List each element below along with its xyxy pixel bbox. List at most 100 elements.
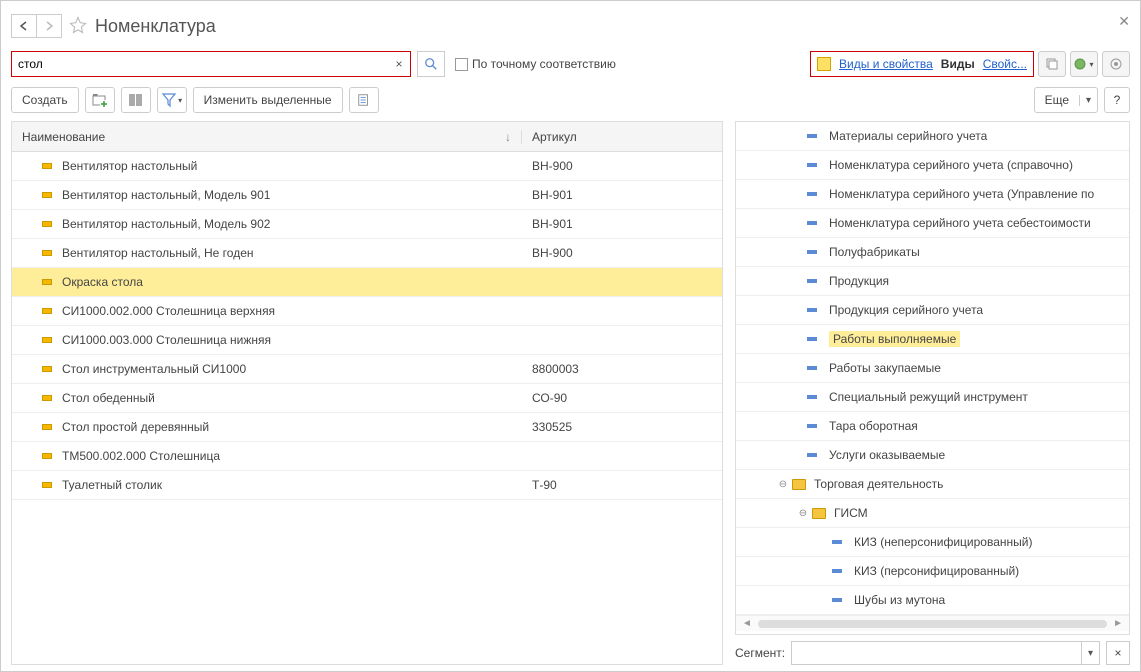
row-name: Стол обеденный — [62, 391, 155, 405]
segment-field[interactable]: ▾ — [791, 641, 1100, 665]
tree-leaf[interactable]: Продукция — [736, 267, 1129, 296]
tree-folder[interactable]: ⊖ Торговая деятельность — [736, 470, 1129, 499]
tree-h-scrollbar[interactable]: ◄► — [736, 615, 1129, 631]
segment-clear-button[interactable]: × — [1106, 641, 1130, 665]
tree-label: Материалы серийного учета — [829, 129, 987, 143]
row-article: ВН-900 — [532, 246, 573, 260]
row-name: Вентилятор настольный, Модель 901 — [62, 188, 270, 202]
copy-button[interactable] — [1038, 51, 1066, 77]
table-row[interactable]: Вентилятор настольный, Модель 901 ВН-901 — [12, 181, 722, 210]
row-name: Вентилятор настольный — [62, 159, 197, 173]
tab-types[interactable]: Виды — [941, 57, 975, 71]
tree-label: Номенклатура серийного учета себестоимос… — [829, 216, 1091, 230]
item-marker-icon — [42, 424, 52, 430]
leaf-marker-icon — [832, 540, 842, 544]
row-article: ВН-901 — [532, 217, 573, 231]
tree-collapse-icon[interactable]: ⊖ — [796, 508, 810, 519]
new-folder-icon — [92, 92, 108, 108]
view-buttons: ▾ — [1038, 51, 1130, 77]
tree-leaf[interactable]: Материалы серийного учета — [736, 122, 1129, 151]
nav-forward-button[interactable] — [36, 14, 62, 38]
search-clear-button[interactable]: × — [388, 57, 410, 71]
list-settings-button[interactable] — [349, 87, 379, 113]
barcode-button[interactable] — [121, 87, 151, 113]
row-article: ВН-901 — [532, 188, 573, 202]
tree-collapse-icon[interactable]: ⊖ — [776, 479, 790, 490]
table-row[interactable]: Окраска стола — [12, 268, 722, 297]
tree-leaf[interactable]: Номенклатура серийного учета себестоимос… — [736, 209, 1129, 238]
leaf-marker-icon — [807, 221, 817, 225]
tree-leaf[interactable]: Работы закупаемые — [736, 354, 1129, 383]
row-article: 330525 — [532, 420, 572, 434]
tree-leaf[interactable]: Работы выполняемые — [736, 325, 1129, 354]
tree-leaf[interactable]: Услуги оказываемые — [736, 441, 1129, 470]
tree-label: Специальный режущий инструмент — [829, 390, 1028, 404]
help-button[interactable]: ? — [1104, 87, 1130, 113]
row-name: Окраска стола — [62, 275, 143, 289]
tree-leaf[interactable]: Продукция серийного учета — [736, 296, 1129, 325]
more-button[interactable]: Еще ▾ — [1034, 87, 1098, 113]
gear-icon — [1109, 57, 1123, 71]
tree-label: Полуфабрикаты — [829, 245, 920, 259]
table-row[interactable]: Вентилятор настольный, Модель 902ВН-901 — [12, 210, 722, 239]
arrow-right-icon — [44, 21, 54, 31]
table-row[interactable]: Вентилятор настольный, Не годенВН-900 — [12, 239, 722, 268]
tree-label: Продукция серийного учета — [829, 303, 983, 317]
row-article: 8800003 — [532, 362, 579, 376]
row-name: Стол инструментальный СИ1000 — [62, 362, 246, 376]
close-button[interactable]: ✕ — [1118, 13, 1130, 30]
nav-back-button[interactable] — [11, 14, 37, 38]
segment-dropdown-button[interactable]: ▾ — [1081, 642, 1099, 664]
tree-leaf[interactable]: Шубы из мутона — [736, 586, 1129, 615]
tree-leaf[interactable]: Тара оборотная — [736, 412, 1129, 441]
column-name[interactable]: Наименование ↓ — [12, 130, 522, 144]
main-window: Номенклатура ✕ × По точному соответствию… — [0, 0, 1141, 672]
items-table: Наименование ↓ Артикул Вентилятор настол… — [11, 121, 723, 665]
settings-button[interactable] — [1102, 51, 1130, 77]
edit-selected-button[interactable]: Изменить выделенные — [193, 87, 343, 113]
table-row[interactable]: ТМ500.002.000 Столешница — [12, 442, 722, 471]
checkbox-icon — [455, 58, 468, 71]
more-label: Еще — [1035, 93, 1079, 107]
tree-leaf[interactable]: Специальный режущий инструмент — [736, 383, 1129, 412]
create-button[interactable]: Создать — [11, 87, 79, 113]
globe-button[interactable]: ▾ — [1070, 51, 1098, 77]
tree-leaf[interactable]: Номенклатура серийного учета (Управление… — [736, 180, 1129, 209]
tab-properties[interactable]: Свойс... — [983, 57, 1027, 71]
tree-leaf[interactable]: Полуфабрикаты — [736, 238, 1129, 267]
column-name-label: Наименование — [22, 130, 105, 144]
item-marker-icon — [42, 366, 52, 372]
search-toolbar: × По точному соответствию Виды и свойств… — [1, 45, 1140, 83]
type-tree: Материалы серийного учета Номенклатура се… — [735, 121, 1130, 635]
table-row[interactable]: Стол обеденныйСО-90 — [12, 384, 722, 413]
row-name: Стол простой деревянный — [62, 420, 209, 434]
create-group-button[interactable] — [85, 87, 115, 113]
favorite-icon[interactable] — [69, 16, 87, 37]
column-article[interactable]: Артикул — [522, 130, 722, 144]
tree-leaf[interactable]: КИЗ (неперсонифицированный) — [736, 528, 1129, 557]
table-row[interactable]: Стол простой деревянный 330525 — [12, 413, 722, 442]
tree-label: Торговая деятельность — [814, 477, 943, 491]
tab-types-and-properties[interactable]: Виды и свойства — [839, 57, 933, 71]
search-input[interactable] — [12, 57, 388, 71]
page-title: Номенклатура — [95, 16, 216, 37]
table-row[interactable]: СИ1000.003.000 Столешница нижняя — [12, 326, 722, 355]
circle-plus-icon — [1074, 57, 1088, 71]
segment-input[interactable] — [792, 642, 1081, 664]
tree-label: КИЗ (персонифицированный) — [854, 564, 1019, 578]
table-row[interactable]: Стол инструментальный СИ1000 8800003 — [12, 355, 722, 384]
search-submit-button[interactable] — [417, 51, 445, 77]
tree-label: КИЗ (неперсонифицированный) — [854, 535, 1032, 549]
table-row[interactable]: Вентилятор настольныйВН-900 — [12, 152, 722, 181]
leaf-marker-icon — [807, 192, 817, 196]
list-icon — [357, 93, 371, 107]
item-marker-icon — [42, 221, 52, 227]
table-row[interactable]: Туалетный столикТ-90 — [12, 471, 722, 500]
exact-match-checkbox[interactable]: По точному соответствию — [455, 57, 616, 71]
filter-button[interactable]: ▾ — [157, 87, 187, 113]
tree-folder[interactable]: ⊖ГИСМ — [736, 499, 1129, 528]
leaf-marker-icon — [807, 424, 817, 428]
tree-leaf[interactable]: Номенклатура серийного учета (справочно) — [736, 151, 1129, 180]
tree-leaf[interactable]: КИЗ (персонифицированный) — [736, 557, 1129, 586]
table-row[interactable]: СИ1000.002.000 Столешница верхняя — [12, 297, 722, 326]
